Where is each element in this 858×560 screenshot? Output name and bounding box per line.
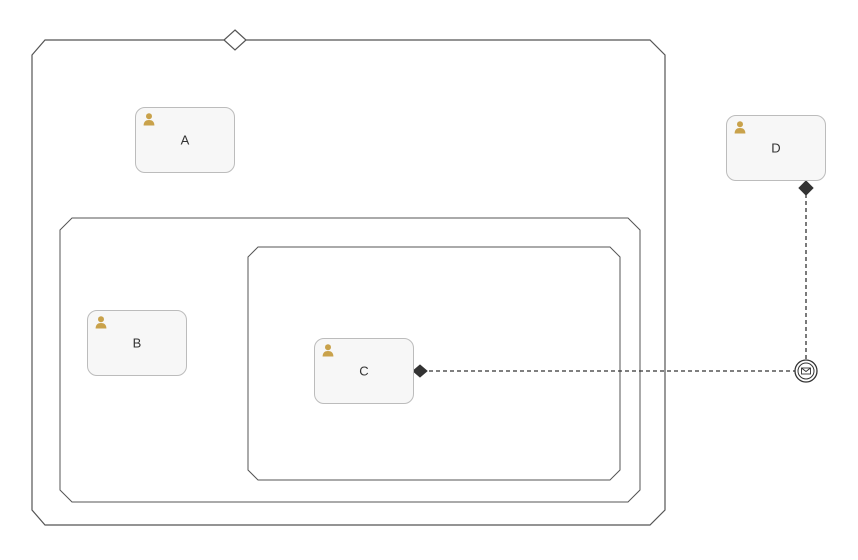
diagram-canvas [0,0,858,560]
diamond-connector-icon [799,181,813,195]
user-icon [321,343,335,362]
message-icon [802,368,811,374]
task-label: D [727,141,825,156]
user-icon [142,112,156,131]
user-task-a[interactable]: A [135,107,235,173]
user-icon [733,120,747,139]
task-label: C [315,364,413,379]
inner-subprocess[interactable] [248,247,620,480]
user-task-b[interactable]: B [87,310,187,376]
task-label: B [88,336,186,351]
task-label: A [136,133,234,148]
user-icon [94,315,108,334]
user-task-c[interactable]: C [314,338,414,404]
user-task-d[interactable]: D [726,115,826,181]
message-event[interactable] [795,360,817,382]
